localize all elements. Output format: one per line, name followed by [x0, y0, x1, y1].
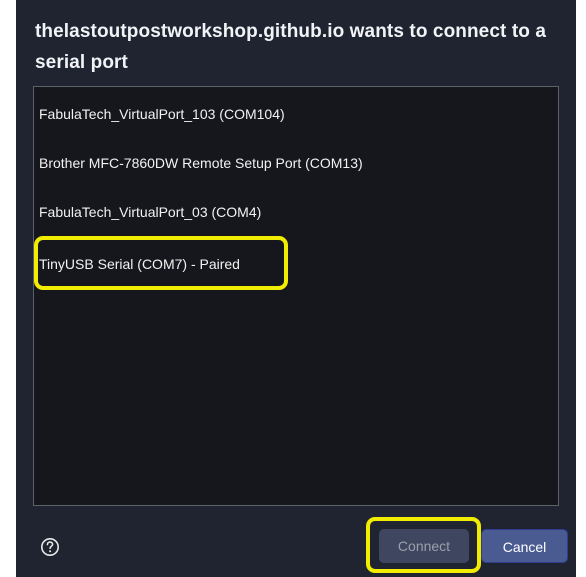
- question-circle-icon[interactable]: [39, 536, 61, 558]
- port-item-com13[interactable]: Brother MFC-7860DW Remote Setup Port (CO…: [34, 143, 558, 183]
- port-item-com7[interactable]: TinyUSB Serial (COM7) - Paired: [34, 244, 558, 284]
- port-list[interactable]: FabulaTech_VirtualPort_103 (COM104) Brot…: [33, 86, 559, 506]
- port-item-com4[interactable]: FabulaTech_VirtualPort_03 (COM4): [34, 192, 558, 232]
- cancel-button[interactable]: Cancel: [481, 529, 568, 563]
- port-item-com104[interactable]: FabulaTech_VirtualPort_103 (COM104): [34, 94, 558, 134]
- serial-port-dialog: thelastoutpostworkshop.github.io wants t…: [16, 0, 576, 577]
- connect-button[interactable]: Connect: [379, 529, 469, 563]
- dialog-title: thelastoutpostworkshop.github.io wants t…: [35, 21, 547, 73]
